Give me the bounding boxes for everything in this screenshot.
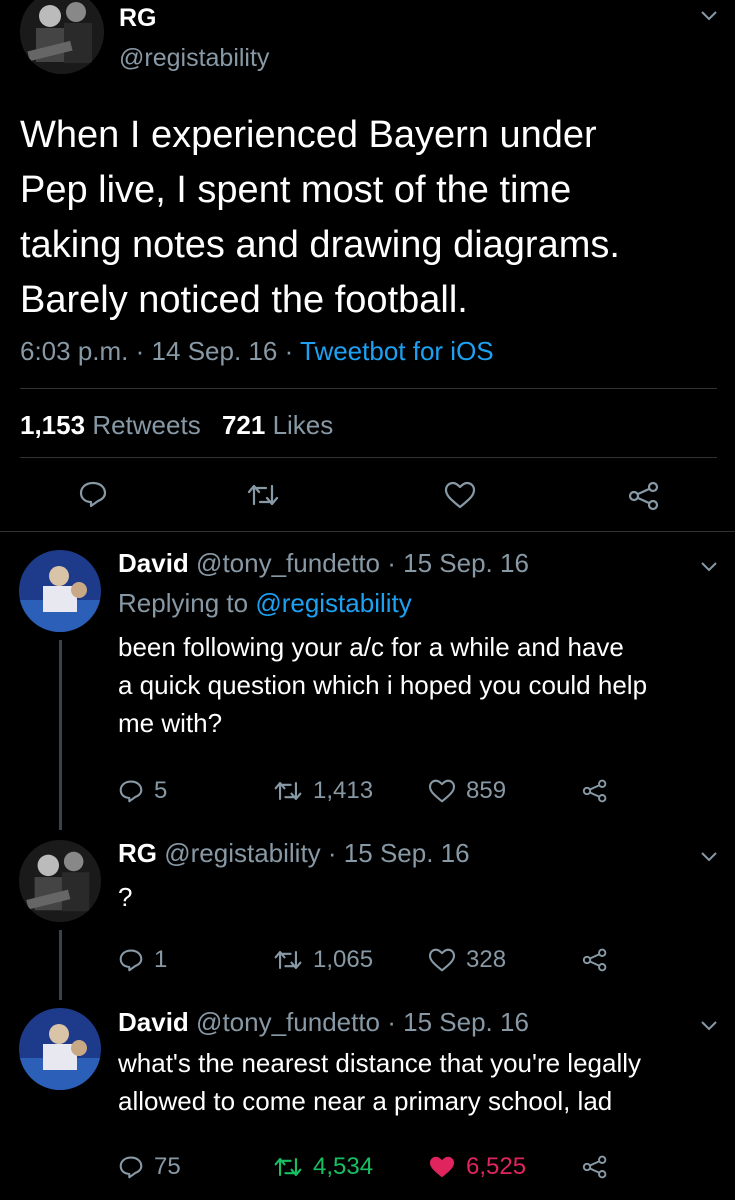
reply-action[interactable]: 1 [118, 946, 167, 974]
retweet-action[interactable]: 1,413 [273, 777, 373, 805]
author-handle[interactable]: @tony_fundetto [196, 1007, 380, 1037]
reply-count: 75 [154, 1153, 181, 1180]
tweet-stats: 1,153 Retweets 721 Likes [20, 410, 333, 441]
replying-to-handle[interactable]: @registability [255, 588, 411, 618]
tweet-text: When I experienced Bayern under Pep live… [20, 108, 730, 328]
meta-separator: · [135, 336, 145, 366]
likes-label: Likes [272, 410, 334, 440]
tweet-date[interactable]: · 15 Sep. 16 [387, 1007, 529, 1037]
author-name[interactable]: RG [119, 4, 157, 33]
author-handle[interactable]: @registability [119, 44, 269, 73]
tweet-text: ? [118, 878, 132, 916]
author-name[interactable]: RG [118, 838, 157, 868]
author-handle[interactable]: @registability [164, 838, 320, 868]
tweet-text-line: When I experienced Bayern under [20, 114, 597, 156]
tweet-text-line: what's the nearest distance that you're … [118, 1048, 642, 1078]
like-count: 859 [466, 777, 507, 804]
tweet-date[interactable]: · 15 Sep. 16 [387, 548, 529, 578]
reply-count: 5 [154, 777, 168, 804]
retweet-count: 1,413 [313, 777, 374, 804]
heart-filled-icon [428, 1155, 456, 1179]
tweet-text-line: a quick question which i hoped you could… [118, 670, 648, 700]
likes-stat[interactable]: 721 Likes [222, 410, 333, 440]
author-handle[interactable]: @tony_fundetto [196, 548, 380, 578]
reply-action[interactable]: 5 [118, 777, 167, 805]
like-count: 328 [466, 946, 507, 973]
tweet-text-line: me with? [118, 708, 223, 738]
chevron-down-icon[interactable] [700, 10, 718, 22]
tweet-text: what's the nearest distance that you're … [118, 1044, 641, 1120]
share-icon[interactable] [581, 1155, 609, 1179]
retweet-icon [273, 779, 303, 803]
avatar-david[interactable] [19, 550, 101, 632]
like-icon [428, 948, 456, 972]
replying-to: Replying to @registability [118, 588, 412, 619]
replying-to-label: Replying to [118, 588, 249, 618]
retweet-icon [273, 1155, 303, 1179]
like-action[interactable]: 859 [428, 777, 506, 805]
avatar-david[interactable] [19, 1008, 101, 1090]
chevron-down-icon[interactable] [700, 851, 718, 863]
reply-icon [118, 779, 144, 803]
reply-count: 1 [154, 946, 168, 973]
reply-header: David @tony_fundetto · 15 Sep. 16 [118, 548, 529, 579]
divider [0, 531, 735, 532]
divider [20, 457, 717, 458]
like-count: 6,525 [466, 1153, 527, 1180]
tweet-source-link[interactable]: Tweetbot for iOS [300, 336, 494, 366]
chevron-down-icon[interactable] [700, 1020, 718, 1032]
divider [20, 388, 717, 389]
tweet-date[interactable]: 14 Sep. 16 [152, 336, 278, 366]
like-action[interactable]: 328 [428, 946, 506, 974]
reply-header: RG @registability · 15 Sep. 16 [118, 838, 470, 869]
retweet-action[interactable]: 1,065 [273, 946, 373, 974]
likes-count: 721 [221, 410, 266, 440]
like-icon [428, 779, 456, 803]
tweet-text-line: allowed to come near a primary school, l… [118, 1086, 613, 1116]
retweet-count: 1,065 [313, 946, 374, 973]
reply-icon [118, 948, 144, 972]
tweet-text-line: been following your a/c for a while and … [118, 632, 624, 662]
like-action[interactable]: 6,525 [428, 1153, 526, 1181]
retweets-stat[interactable]: 1,153 Retweets [20, 410, 208, 440]
tweet-text: been following your a/c for a while and … [118, 628, 647, 742]
avatar-rg[interactable] [19, 840, 101, 922]
tweet-text-line: Pep live, I spent most of the time [20, 169, 572, 211]
thread-line [59, 930, 62, 1000]
author-name[interactable]: David [118, 1007, 189, 1037]
reply-icon[interactable] [78, 480, 108, 508]
tweet-text-line: taking notes and drawing diagrams. [20, 224, 620, 266]
tweet-text-line: ? [118, 882, 133, 912]
meta-separator: · [284, 336, 294, 366]
share-icon[interactable] [581, 779, 609, 803]
reply-header: David @tony_fundetto · 15 Sep. 16 [118, 1007, 529, 1038]
like-icon[interactable] [444, 481, 476, 509]
tweet-date[interactable]: · 15 Sep. 16 [328, 838, 470, 868]
thread-line [59, 640, 62, 830]
reply-icon [118, 1155, 144, 1179]
avatar-rg[interactable] [20, 0, 104, 74]
author-name[interactable]: David [118, 548, 189, 578]
tweet-text-line: Barely noticed the football. [20, 279, 468, 321]
chevron-down-icon[interactable] [700, 561, 718, 573]
retweet-count: 4,534 [313, 1153, 374, 1180]
tweet-meta: 6:03 p.m. · 14 Sep. 16 · Tweetbot for iO… [20, 336, 494, 367]
retweets-label: Retweets [92, 410, 201, 440]
retweet-action[interactable]: 4,534 [273, 1153, 373, 1181]
retweet-icon[interactable] [246, 482, 280, 508]
share-icon[interactable] [627, 481, 661, 511]
retweet-icon [273, 948, 303, 972]
retweets-count: 1,153 [20, 410, 86, 440]
tweet-time[interactable]: 6:03 p.m. [20, 336, 128, 366]
reply-action[interactable]: 75 [118, 1153, 181, 1181]
share-icon[interactable] [581, 948, 609, 972]
